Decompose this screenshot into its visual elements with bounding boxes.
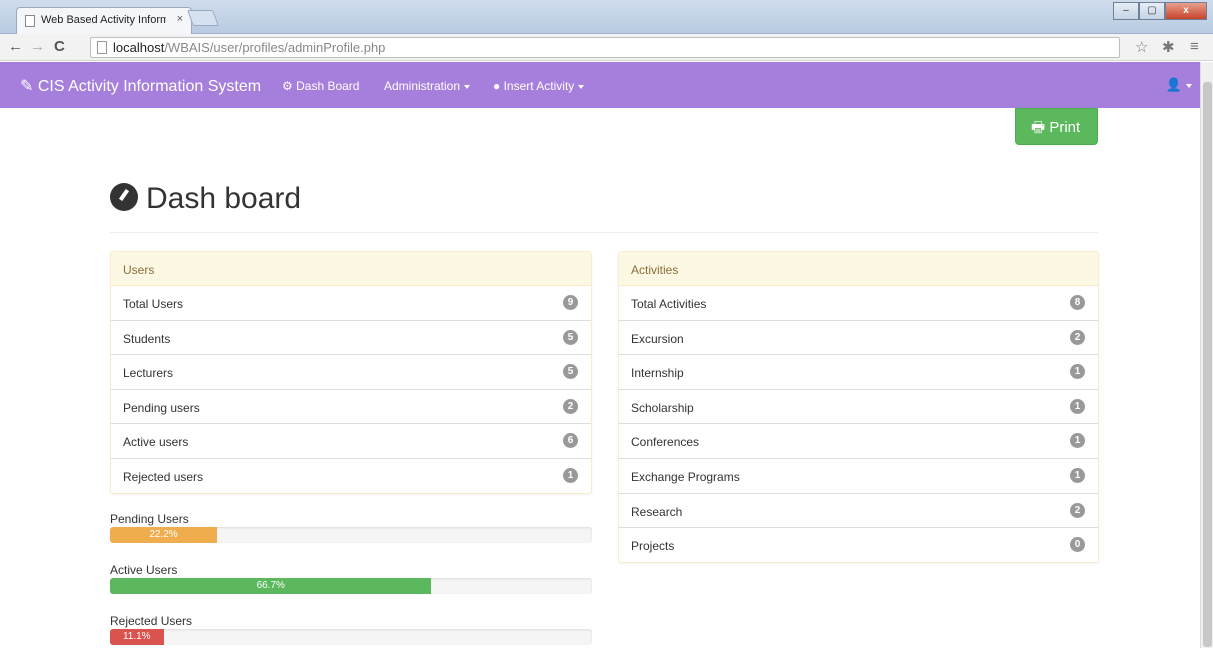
extension-icon[interactable]: ✱ — [1162, 38, 1175, 56]
list-item: Rejected users 1 — [111, 459, 591, 494]
app-navbar: ✎ CIS Activity Information System ⚙ Dash… — [0, 62, 1200, 108]
print-icon: 🖶 — [1031, 119, 1046, 136]
chevron-down-icon — [1186, 83, 1192, 88]
list-item-label: Lecturers — [123, 366, 174, 381]
chevron-down-icon — [464, 84, 471, 89]
page-icon — [97, 41, 107, 54]
progress-bar-fill: 11.1% — [110, 629, 164, 645]
count-badge: 2 — [1070, 502, 1085, 518]
user-menu[interactable]: 👤 — [1166, 77, 1192, 93]
nav-insert-activity[interactable]: ● Insert Activity — [493, 79, 585, 93]
forward-icon[interactable]: → — [30, 38, 45, 56]
list-item: Active users 6 — [111, 424, 591, 459]
count-badge: 0 — [1070, 537, 1085, 553]
browser-tab[interactable]: Web Based Activity Inform × — [16, 7, 192, 34]
list-item: Lecturers 5 — [111, 355, 591, 390]
tab-title: Web Based Activity Inform — [41, 14, 166, 26]
reload-icon[interactable]: C — [54, 38, 65, 56]
progress-bar: 11.1% — [110, 629, 592, 645]
list-item: Internship 1 — [619, 355, 1098, 390]
star-icon[interactable]: ☆ — [1135, 38, 1148, 56]
panel-heading: Users — [111, 252, 591, 286]
list-item-label: Internship — [631, 366, 684, 381]
address-bar[interactable]: localhost/WBAIS/user/profiles/adminProfi… — [90, 37, 1120, 58]
scrollbar-thumb[interactable] — [1203, 82, 1212, 647]
progress-bar-fill: 66.7% — [110, 578, 432, 594]
brand[interactable]: ✎ CIS Activity Information System — [20, 76, 261, 96]
list-item: Students 5 — [111, 321, 591, 356]
list-item-label: Exchange Programs — [631, 469, 740, 484]
close-tab-icon[interactable]: × — [177, 13, 183, 25]
minimize-button[interactable]: – — [1113, 2, 1139, 20]
list-item-label: Research — [631, 504, 683, 519]
browser-titlebar: Web Based Activity Inform × – ▢ x — [0, 0, 1213, 34]
menu-icon[interactable]: ≡ — [1190, 38, 1199, 55]
user-icon: 👤 — [1165, 77, 1182, 92]
list-item-label: Scholarship — [631, 400, 694, 415]
title-divider — [110, 232, 1098, 233]
list-item: Total Activities 8 — [619, 286, 1098, 321]
page-scrollbar[interactable] — [1200, 62, 1213, 648]
count-badge: 1 — [1070, 364, 1085, 380]
dashboard-icon: ⚙ — [282, 79, 293, 93]
progress-bar-fill: 22.2% — [110, 527, 217, 543]
count-badge: 2 — [563, 398, 578, 414]
list-item-label: Rejected users — [123, 469, 204, 484]
list-item-label: Total Users — [123, 297, 184, 311]
window-controls: – ▢ x — [1113, 2, 1207, 20]
count-badge: 9 — [563, 295, 578, 310]
count-badge: 5 — [563, 364, 578, 380]
list-item-label: Conferences — [631, 435, 700, 450]
page-title: Dash board — [110, 182, 301, 216]
list-item: Projects 0 — [619, 528, 1098, 563]
pencil-icon: ✎ — [20, 78, 34, 95]
print-button[interactable]: 🖶 Print — [1015, 108, 1098, 145]
new-tab-button[interactable] — [187, 10, 219, 26]
count-badge: 1 — [1070, 398, 1085, 414]
count-badge: 1 — [1070, 433, 1085, 449]
plus-circle-icon: ● — [493, 79, 501, 93]
page-icon — [25, 15, 35, 27]
list-item-label: Students — [123, 331, 171, 346]
count-badge: 8 — [1070, 295, 1085, 310]
list-item: Excursion 2 — [619, 321, 1098, 356]
close-window-button[interactable]: x — [1165, 2, 1207, 20]
progress-bar: 66.7% — [110, 578, 592, 594]
chevron-down-icon — [578, 84, 585, 89]
list-item: Research 2 — [619, 494, 1098, 529]
progress-bar: 22.2% — [110, 527, 592, 543]
list-item: Total Users 9 — [111, 286, 591, 321]
list-item-label: Excursion — [631, 331, 684, 346]
list-item-label: Active users — [123, 435, 189, 450]
activities-panel: Activities Total Activities 8 Excursion 2 In… — [618, 251, 1099, 563]
url-text: localhost/WBAIS/user/profiles/adminProfi… — [113, 40, 386, 55]
count-badge: 1 — [563, 467, 578, 483]
nav-dashboard[interactable]: ⚙ Dash Board — [282, 79, 359, 93]
list-item-label: Pending users — [123, 400, 200, 415]
list-item: Conferences 1 — [619, 424, 1098, 459]
list-item-label: Projects — [631, 539, 675, 554]
progress-label: Rejected Users — [110, 614, 193, 628]
count-badge: 1 — [1070, 467, 1085, 483]
browser-toolbar: ← → C localhost/WBAIS/user/profiles/admi… — [0, 34, 1213, 61]
users-panel: Users Total Users 9 Students 5 Lecturers 5 Pen… — [110, 251, 592, 494]
list-item: Pending users 2 — [111, 390, 591, 425]
count-badge: 5 — [563, 329, 578, 345]
nav-administration[interactable]: Administration — [384, 79, 471, 93]
count-badge: 6 — [563, 433, 578, 449]
progress-label: Active Users — [110, 563, 178, 577]
panel-heading: Activities — [619, 252, 1098, 286]
maximize-button[interactable]: ▢ — [1139, 2, 1165, 20]
list-item: Scholarship 1 — [619, 390, 1098, 425]
progress-label: Pending Users — [110, 512, 189, 526]
dashboard-icon — [110, 183, 138, 211]
list-item: Exchange Programs 1 — [619, 459, 1098, 494]
list-item-label: Total Activities — [631, 297, 707, 311]
count-badge: 2 — [1070, 329, 1085, 345]
back-icon[interactable]: ← — [8, 38, 23, 56]
